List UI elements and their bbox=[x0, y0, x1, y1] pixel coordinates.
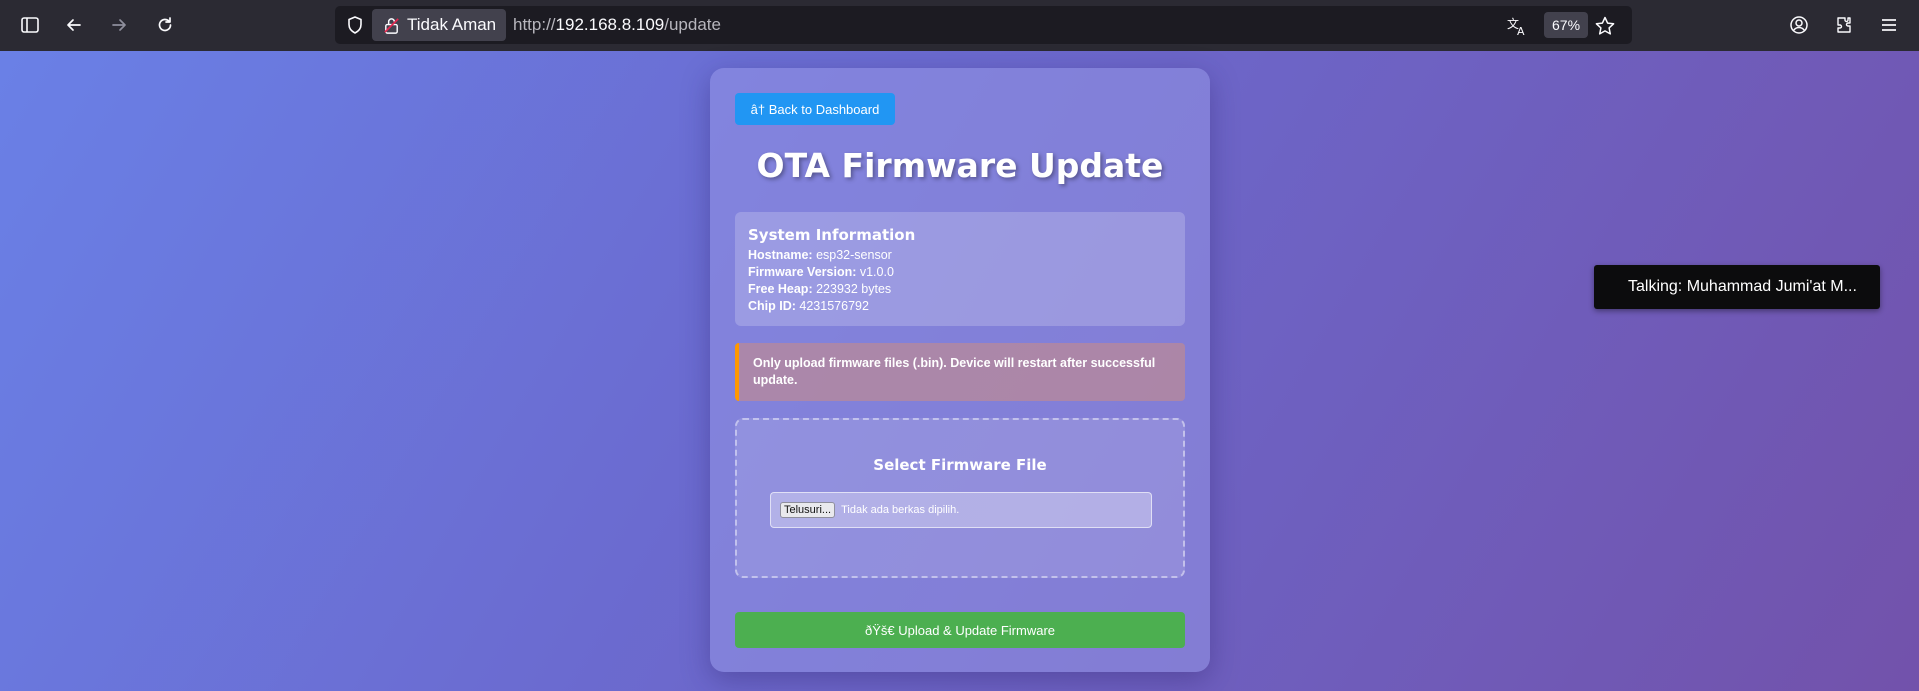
talking-indicator: Talking: Muhammad Jumi'at M... bbox=[1594, 265, 1880, 309]
upload-update-button[interactable]: ðŸš€ Upload & Update Firmware bbox=[735, 612, 1185, 648]
free-heap-row: Free Heap: 223932 bytes bbox=[748, 281, 1172, 298]
not-secure-badge[interactable]: Tidak Aman bbox=[372, 9, 506, 41]
page-content: â† Back to Dashboard OTA Firmware Update… bbox=[0, 51, 1919, 691]
file-status-text: Tidak ada berkas dipilih. bbox=[841, 504, 960, 516]
sidebar-toggle-icon[interactable] bbox=[14, 9, 46, 41]
url-path: /update bbox=[664, 15, 721, 34]
system-info-panel: System Information Hostname: esp32-senso… bbox=[735, 212, 1185, 326]
firmware-version-label: Firmware Version: bbox=[748, 265, 857, 279]
browser-toolbar: Tidak Aman http://192.168.8.109/update 文… bbox=[0, 0, 1919, 51]
warning-notice: Only upload firmware files (.bin). Devic… bbox=[735, 343, 1185, 401]
menu-icon[interactable] bbox=[1873, 9, 1905, 41]
translate-icon[interactable]: 文A bbox=[1506, 15, 1528, 37]
hostname-value: esp32-sensor bbox=[816, 248, 892, 262]
firmware-file-input[interactable]: Telusuri... Tidak ada berkas dipilih. bbox=[770, 492, 1152, 528]
url-prefix: http:// bbox=[513, 15, 556, 34]
not-secure-label: Tidak Aman bbox=[407, 15, 497, 34]
select-firmware-title: Select Firmware File bbox=[873, 456, 1047, 474]
chip-id-row: Chip ID: 4231576792 bbox=[748, 298, 1172, 315]
reload-icon[interactable] bbox=[149, 9, 181, 41]
shield-icon[interactable] bbox=[345, 15, 365, 35]
firmware-version-value: v1.0.0 bbox=[859, 265, 894, 279]
url-host: 192.168.8.109 bbox=[555, 15, 665, 34]
url-text[interactable]: http://192.168.8.109/update bbox=[513, 6, 721, 44]
bookmark-star-icon[interactable] bbox=[1594, 15, 1616, 37]
hostname-label: Hostname: bbox=[748, 248, 813, 262]
chip-id-label: Chip ID: bbox=[748, 299, 796, 313]
svg-text:A: A bbox=[1517, 25, 1525, 37]
free-heap-label: Free Heap: bbox=[748, 282, 813, 296]
broken-lock-icon bbox=[384, 17, 399, 34]
update-card: â† Back to Dashboard OTA Firmware Update… bbox=[710, 68, 1210, 672]
zoom-level-button[interactable]: 67% bbox=[1544, 12, 1589, 38]
system-info-heading: System Information bbox=[748, 226, 916, 244]
page-title: OTA Firmware Update bbox=[756, 146, 1164, 185]
account-icon[interactable] bbox=[1783, 9, 1815, 41]
hostname-row: Hostname: esp32-sensor bbox=[748, 247, 1172, 264]
url-bar[interactable]: Tidak Aman http://192.168.8.109/update 文… bbox=[335, 6, 1632, 44]
upload-dropzone[interactable]: Select Firmware File Telusuri... Tidak a… bbox=[735, 418, 1185, 578]
free-heap-value: 223932 bytes bbox=[816, 282, 892, 296]
chip-id-value: 4231576792 bbox=[799, 299, 869, 313]
back-to-dashboard-button[interactable]: â† Back to Dashboard bbox=[735, 93, 895, 125]
back-arrow-icon[interactable] bbox=[58, 9, 90, 41]
forward-arrow-icon[interactable] bbox=[103, 9, 135, 41]
firmware-version-row: Firmware Version: v1.0.0 bbox=[748, 264, 1172, 281]
extensions-icon[interactable] bbox=[1828, 9, 1860, 41]
browse-button[interactable]: Telusuri... bbox=[780, 502, 836, 518]
